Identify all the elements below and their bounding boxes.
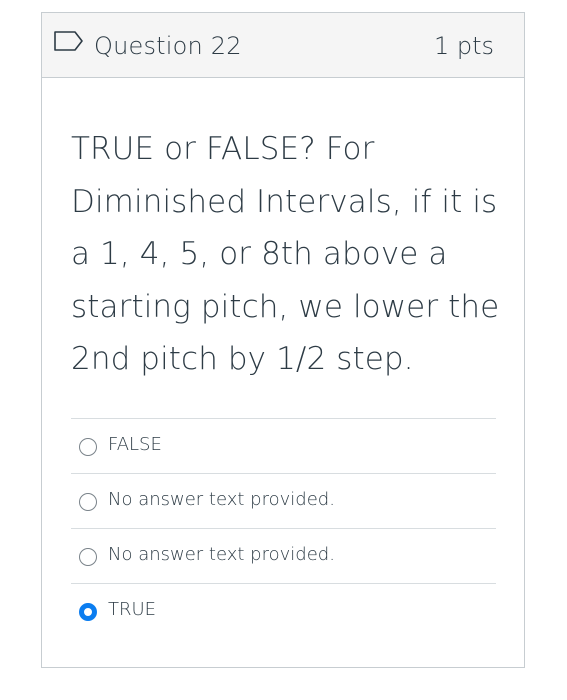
answer-label: No answer text provided. bbox=[108, 489, 335, 510]
answer-option[interactable]: TRUE bbox=[71, 583, 496, 638]
radio-button[interactable] bbox=[79, 438, 97, 456]
question-card: Question 22 1 pts TRUE or FALSE? For Dim… bbox=[41, 12, 525, 668]
answer-option[interactable]: No answer text provided. bbox=[71, 528, 496, 583]
question-points: 1 pts bbox=[433, 32, 494, 60]
answer-label: TRUE bbox=[108, 599, 157, 620]
answer-label: FALSE bbox=[108, 434, 162, 455]
question-text: TRUE or FALSE? For Diminished Intervals,… bbox=[71, 131, 500, 377]
question-title: Question 22 bbox=[94, 32, 242, 60]
question-header: Question 22 1 pts bbox=[42, 13, 524, 78]
answer-list: FALSE No answer text provided. No answer… bbox=[71, 418, 496, 638]
answer-option[interactable]: No answer text provided. bbox=[71, 473, 496, 528]
flag-icon[interactable] bbox=[53, 30, 84, 52]
radio-button-selected[interactable] bbox=[79, 603, 97, 621]
answer-option[interactable]: FALSE bbox=[71, 418, 496, 473]
radio-button[interactable] bbox=[79, 493, 97, 511]
radio-button[interactable] bbox=[79, 548, 97, 566]
answer-label: No answer text provided. bbox=[108, 544, 335, 565]
